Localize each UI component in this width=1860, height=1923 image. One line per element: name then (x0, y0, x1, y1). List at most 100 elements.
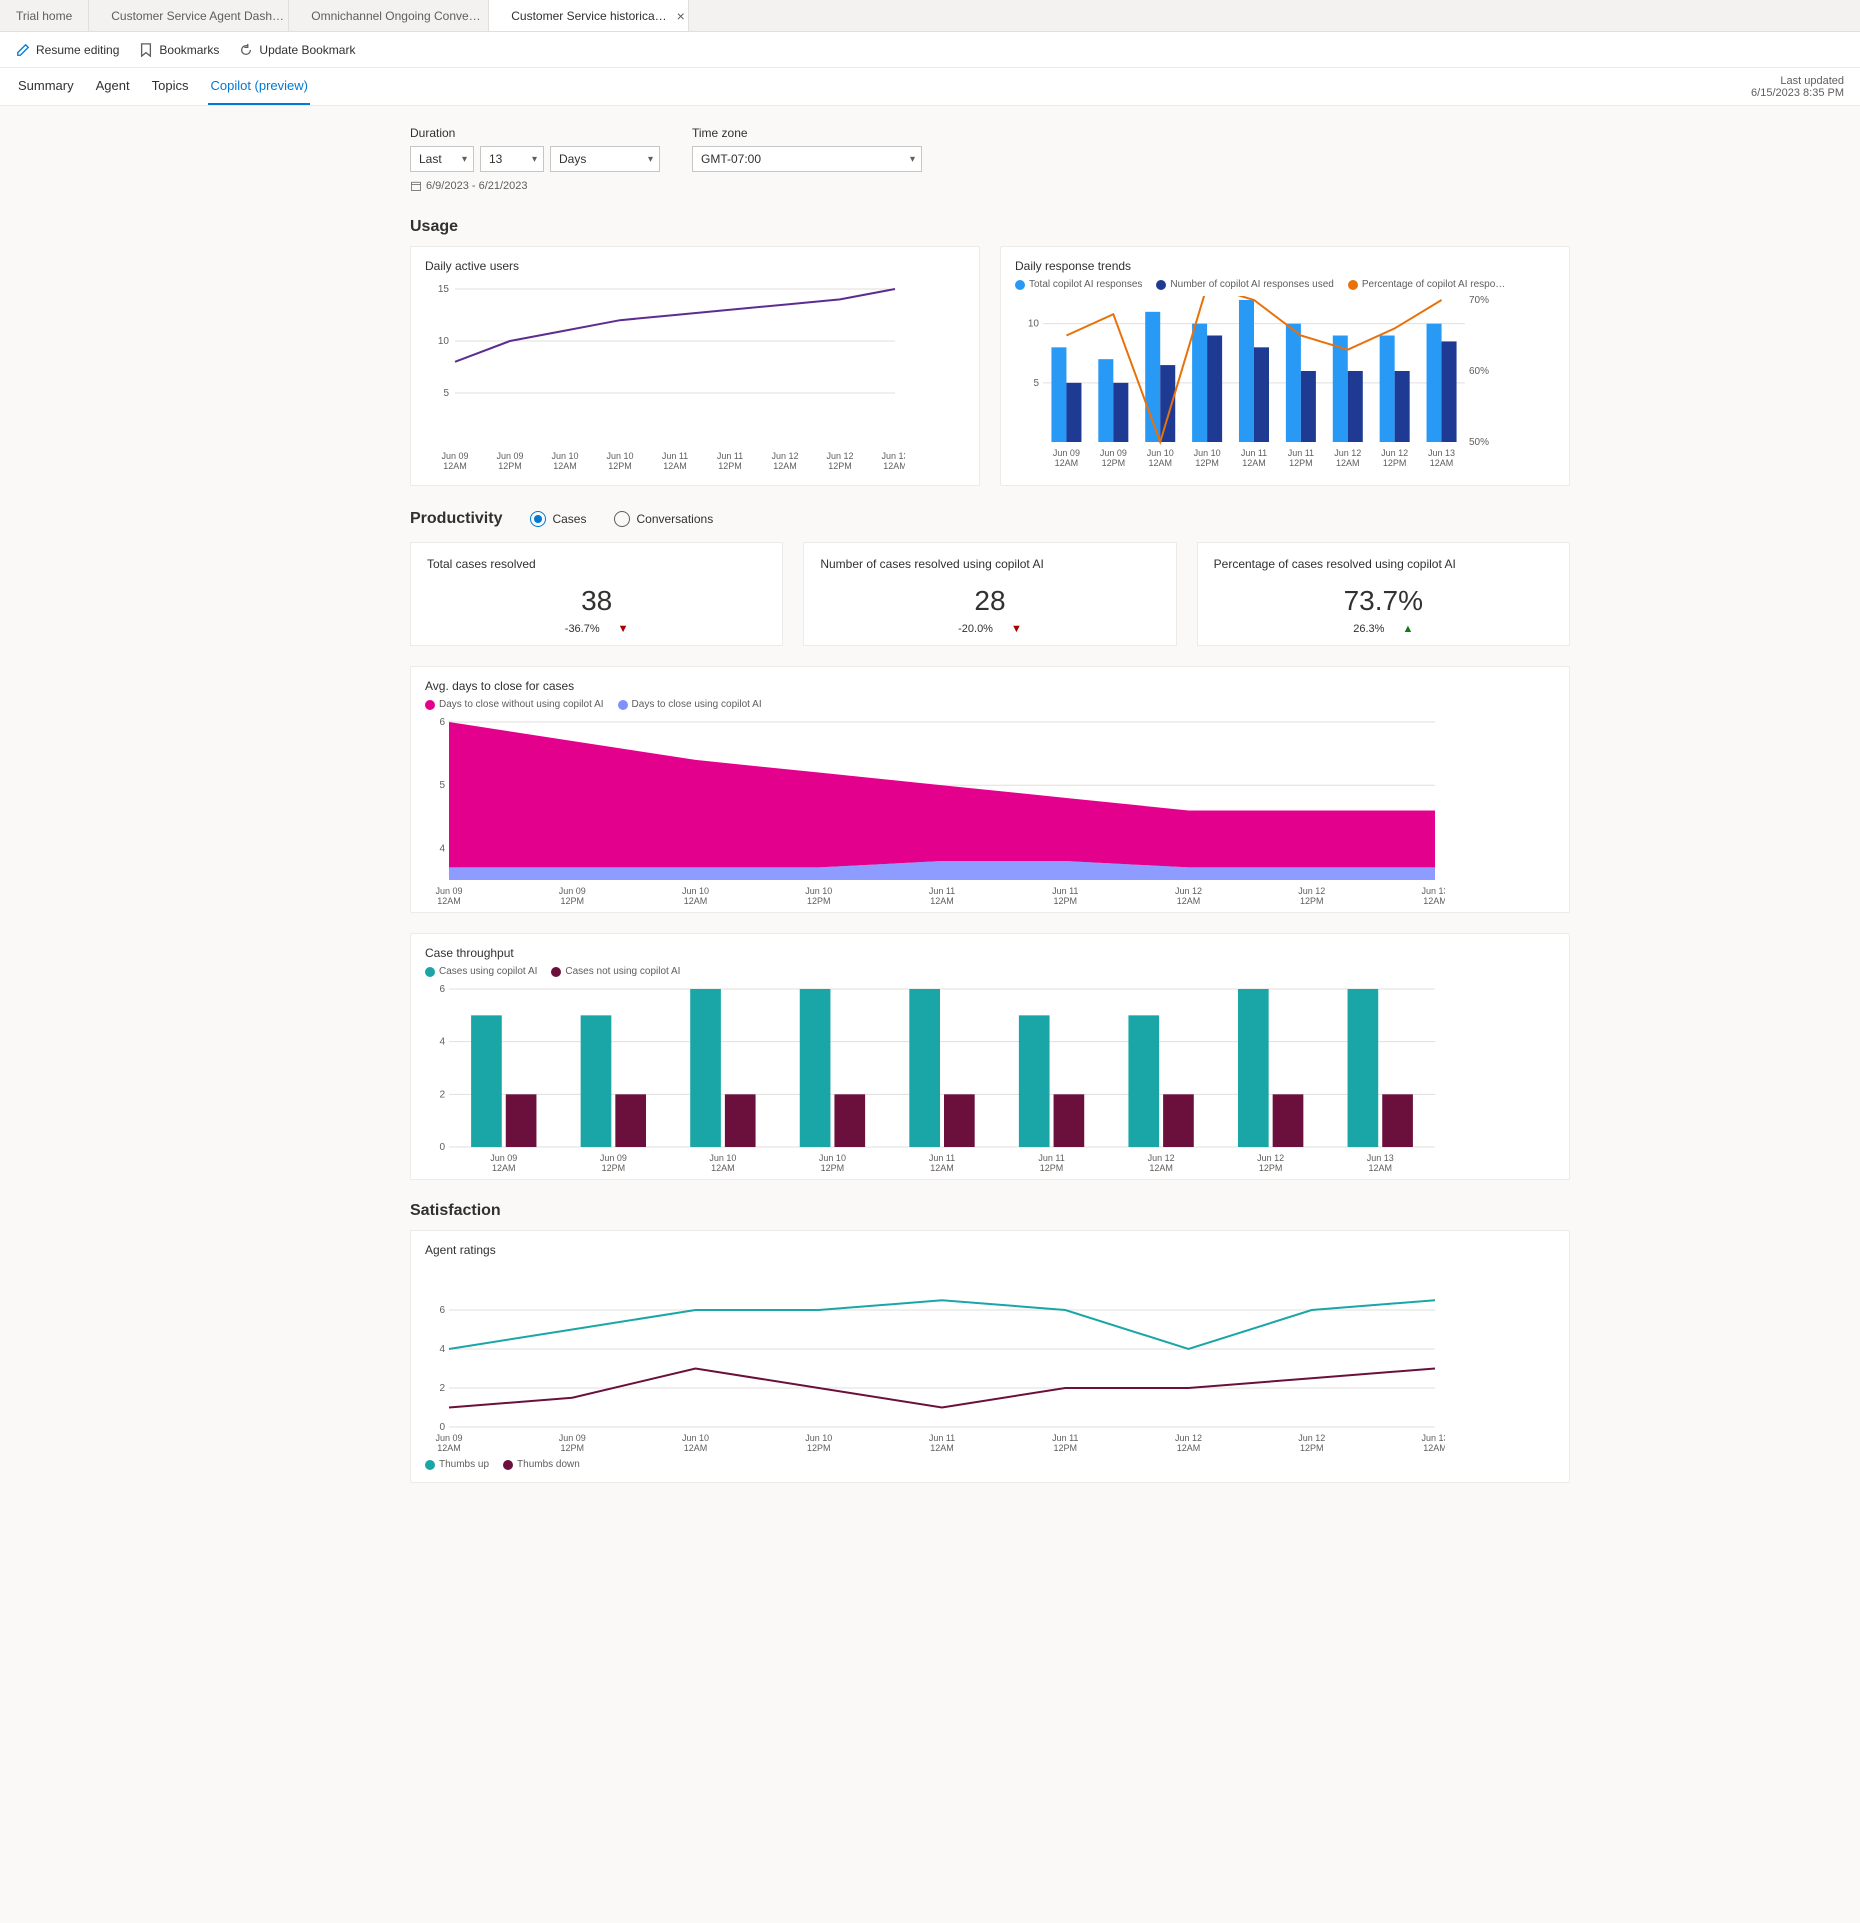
svg-text:Jun 12: Jun 12 (826, 451, 853, 461)
last-updated: Last updated 6/15/2023 8:35 PM (1751, 69, 1844, 105)
svg-text:6: 6 (439, 984, 445, 995)
svg-text:12PM: 12PM (608, 461, 632, 471)
duration-unit-select[interactable]: Days (550, 146, 660, 172)
edit-icon (16, 43, 30, 57)
svg-text:Jun 11: Jun 11 (662, 451, 688, 461)
svg-text:4: 4 (439, 843, 445, 854)
bookmarks-button[interactable]: Bookmarks (139, 43, 219, 57)
triangle-down-icon: ▼ (1011, 623, 1022, 635)
resume-editing-button[interactable]: Resume editing (16, 43, 119, 57)
svg-text:12PM: 12PM (1300, 1443, 1324, 1453)
svg-text:Jun 13: Jun 13 (881, 451, 905, 461)
timezone-select[interactable]: GMT-07:00 (692, 146, 922, 172)
svg-text:12PM: 12PM (1195, 458, 1219, 468)
svg-text:2: 2 (439, 1089, 445, 1100)
chart-ratings: 0246Jun 0912AMJun 0912PMJun 1012AMJun 10… (425, 1263, 1445, 1453)
svg-text:12AM: 12AM (1055, 458, 1079, 468)
svg-text:4: 4 (439, 1037, 445, 1048)
svg-text:Jun 12: Jun 12 (1298, 886, 1325, 896)
svg-text:Jun 12: Jun 12 (1175, 886, 1202, 896)
svg-text:Jun 09: Jun 09 (490, 1153, 517, 1163)
refresh-icon (239, 43, 253, 57)
svg-text:12AM: 12AM (883, 461, 905, 471)
card-throughput: Case throughput Cases using copilot AI C… (410, 933, 1570, 1180)
radio-cases[interactable]: Cases (530, 511, 586, 527)
svg-text:Jun 10: Jun 10 (805, 1433, 832, 1443)
triangle-up-icon: ▲ (1402, 623, 1413, 635)
svg-text:12PM: 12PM (1383, 458, 1407, 468)
svg-text:Jun 09: Jun 09 (1053, 448, 1080, 458)
card-daily-response-trends: Daily response trends Total copilot AI r… (1000, 246, 1570, 486)
svg-text:5: 5 (1033, 378, 1039, 389)
chart-title: Daily response trends (1015, 259, 1555, 273)
duration-n-select[interactable]: 13 (480, 146, 544, 172)
svg-text:5: 5 (439, 780, 445, 791)
svg-text:12AM: 12AM (773, 461, 797, 471)
chart-title: Daily active users (425, 259, 965, 273)
svg-text:6: 6 (439, 1305, 445, 1316)
section-usage-title: Usage (410, 218, 1570, 236)
kpi-cases-copilot: Number of cases resolved using copilot A… (803, 542, 1176, 646)
subtab-copilot[interactable]: Copilot (preview) (208, 68, 310, 105)
svg-text:50%: 50% (1469, 437, 1489, 448)
svg-text:12PM: 12PM (1289, 458, 1313, 468)
svg-text:4: 4 (439, 1344, 445, 1355)
app-tabbar: Trial home Customer Service Agent Dash… … (0, 0, 1860, 32)
card-avg-days: Avg. days to close for cases Days to clo… (410, 666, 1570, 913)
svg-text:Jun 09: Jun 09 (435, 1433, 462, 1443)
subtab-summary[interactable]: Summary (16, 68, 76, 105)
svg-text:Jun 11: Jun 11 (1241, 448, 1267, 458)
svg-text:Jun 10: Jun 10 (805, 886, 832, 896)
calendar-icon (410, 180, 422, 192)
svg-text:12PM: 12PM (1053, 1443, 1077, 1453)
tab-cs-historical[interactable]: Customer Service historica… × (489, 0, 689, 31)
subtab-agent[interactable]: Agent (94, 68, 132, 105)
svg-text:12AM: 12AM (1430, 458, 1454, 468)
svg-text:Jun 13: Jun 13 (1421, 886, 1445, 896)
timezone-label: Time zone (692, 126, 922, 140)
svg-text:Jun 11: Jun 11 (717, 451, 743, 461)
svg-text:Jun 12: Jun 12 (1175, 1433, 1202, 1443)
section-productivity-title: Productivity (410, 510, 502, 528)
svg-text:12PM: 12PM (498, 461, 522, 471)
svg-text:12AM: 12AM (437, 1443, 461, 1453)
svg-text:Jun 12: Jun 12 (1381, 448, 1408, 458)
filter-bar: Duration Last 13 Days 6/9/2023 - 6/21/20… (290, 118, 1570, 196)
svg-text:Jun 11: Jun 11 (929, 1153, 955, 1163)
radio-conversations[interactable]: Conversations (614, 511, 713, 527)
tab-omnichannel[interactable]: Omnichannel Ongoing Conve… (289, 0, 489, 31)
update-bookmark-button[interactable]: Update Bookmark (239, 43, 355, 57)
svg-text:12AM: 12AM (437, 896, 461, 906)
svg-text:12AM: 12AM (1423, 1443, 1445, 1453)
svg-text:12AM: 12AM (1177, 896, 1201, 906)
svg-text:70%: 70% (1469, 296, 1489, 306)
chart-dau: 51015Jun 0912AMJun 0912PMJun 1012AMJun 1… (425, 279, 905, 479)
svg-text:12PM: 12PM (828, 461, 852, 471)
svg-text:Jun 10: Jun 10 (606, 451, 633, 461)
svg-text:Jun 10: Jun 10 (819, 1153, 846, 1163)
duration-last-select[interactable]: Last (410, 146, 474, 172)
svg-text:Jun 11: Jun 11 (1052, 1433, 1078, 1443)
close-icon[interactable]: × (677, 8, 685, 24)
svg-text:Jun 12: Jun 12 (1148, 1153, 1175, 1163)
svg-text:12AM: 12AM (930, 896, 954, 906)
svg-text:10: 10 (1028, 319, 1040, 330)
svg-text:Jun 11: Jun 11 (1288, 448, 1314, 458)
svg-text:12AM: 12AM (1242, 458, 1266, 468)
card-ratings: Agent ratings 0246Jun 0912AMJun 0912PMJu… (410, 1230, 1570, 1483)
svg-text:Jun 13: Jun 13 (1367, 1153, 1394, 1163)
svg-text:Jun 10: Jun 10 (551, 451, 578, 461)
subtab-topics[interactable]: Topics (150, 68, 191, 105)
svg-text:12PM: 12PM (1053, 896, 1077, 906)
svg-text:12AM: 12AM (1148, 458, 1172, 468)
tab-trial-home[interactable]: Trial home (0, 0, 89, 31)
svg-text:0: 0 (439, 1142, 445, 1153)
svg-text:5: 5 (443, 388, 449, 399)
subtabs-row: Summary Agent Topics Copilot (preview) L… (0, 68, 1860, 106)
toolbar: Resume editing Bookmarks Update Bookmark (0, 32, 1860, 68)
svg-text:Jun 12: Jun 12 (1334, 448, 1361, 458)
svg-text:Jun 10: Jun 10 (1147, 448, 1174, 458)
svg-text:0: 0 (439, 1422, 445, 1433)
tab-cs-agent-dash[interactable]: Customer Service Agent Dash… (89, 0, 289, 31)
svg-text:Jun 12: Jun 12 (771, 451, 798, 461)
